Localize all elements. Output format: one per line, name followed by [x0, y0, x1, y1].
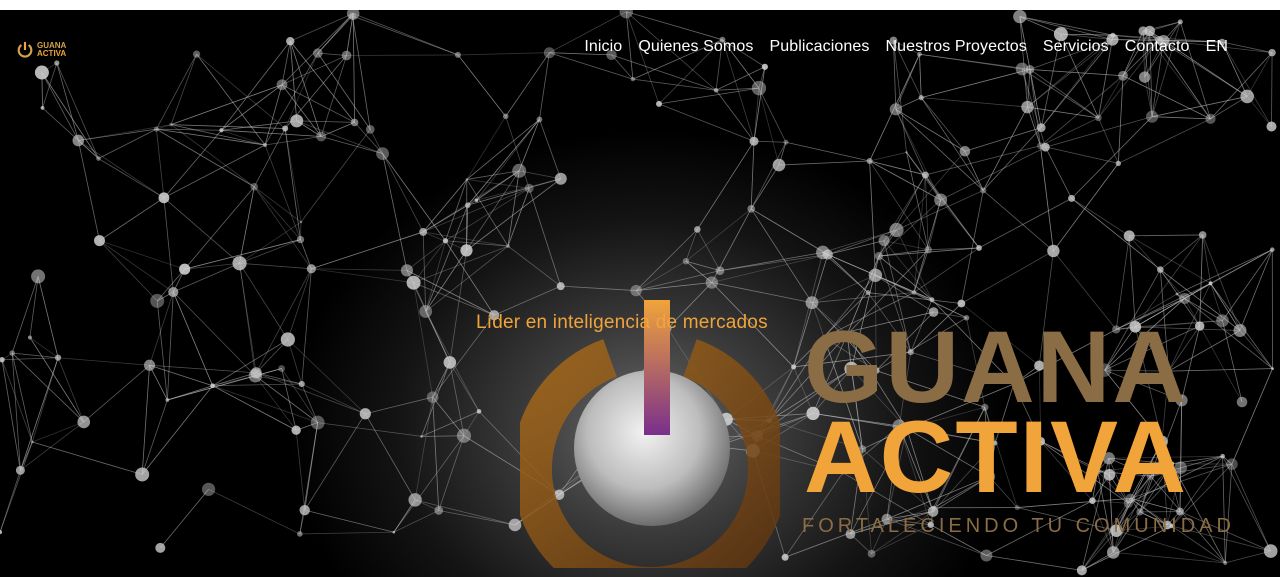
nav-publicaciones[interactable]: Publicaciones [761, 38, 877, 56]
main-nav: Inicio Quienes Somos Publicaciones Nuest… [584, 38, 1228, 56]
site-logo[interactable]: GUANA ACTIVA [16, 36, 66, 64]
nav-nuestros-proyectos[interactable]: Nuestros Proyectos [877, 38, 1034, 56]
nav-quienes-somos[interactable]: Quienes Somos [630, 38, 761, 56]
hero-tagline: Líder en inteligencia de mercados [476, 312, 768, 333]
hero-section: GUANA ACTIVA Inicio Quienes Somos Public… [0, 10, 1280, 577]
nav-contacto[interactable]: Contacto [1117, 38, 1198, 56]
power-icon [17, 41, 33, 58]
logo-word-2: ACTIVA [37, 49, 67, 58]
brand-tagline: FORTALECIENDO TU COMUNIDAD [802, 515, 1235, 537]
logo-wordmark: GUANA ACTIVA [37, 42, 66, 58]
nav-servicios[interactable]: Servicios [1035, 38, 1117, 56]
nav-language-en[interactable]: EN [1198, 38, 1228, 56]
nav-inicio[interactable]: Inicio [584, 38, 630, 56]
brand-word-2: ACTIVA [804, 400, 1189, 514]
